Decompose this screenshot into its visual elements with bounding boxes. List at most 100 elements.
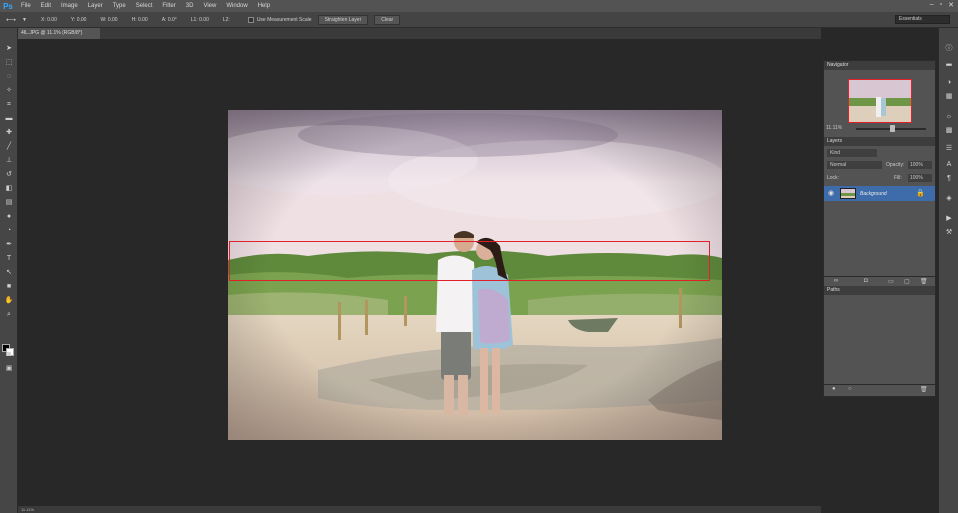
- layer-filter-kind[interactable]: Kind: [827, 149, 877, 157]
- quick-select-tool-icon[interactable]: ✧: [4, 86, 14, 95]
- menu-help[interactable]: Help: [253, 3, 275, 9]
- 3d-icon[interactable]: ◈: [944, 194, 954, 203]
- gradient-tool-icon[interactable]: ▤: [4, 198, 14, 207]
- x-readout: X: 0.00: [41, 16, 57, 23]
- navigator-preview: [849, 80, 911, 122]
- status-bar: 11.11%: [18, 506, 821, 513]
- fill-label: Fill:: [894, 175, 902, 181]
- layers-tab[interactable]: Layers: [824, 137, 935, 146]
- options-bar: ⟷ ▼ X: 0.00 Y: 0.00 W: 0.00 H: 0.00 A: 0…: [0, 12, 958, 28]
- layer-row-background[interactable]: ◉ Background 🔒: [824, 186, 935, 201]
- timeline-icon[interactable]: ▶: [944, 214, 954, 223]
- character-icon[interactable]: A: [944, 160, 954, 169]
- window-controls: – ▫ ✕: [930, 1, 954, 9]
- h-readout: H: 0.00: [131, 16, 148, 23]
- eye-visibility-icon[interactable]: ◉: [828, 189, 834, 197]
- menu-layer[interactable]: Layer: [83, 3, 108, 9]
- quick-mask-icon[interactable]: ◙: [4, 350, 14, 359]
- workspace-dropdown[interactable]: Essentials: [895, 15, 950, 24]
- brush-tool-icon[interactable]: ╱: [4, 142, 14, 151]
- menu-window[interactable]: Window: [221, 3, 252, 9]
- type-tool-icon[interactable]: T: [4, 254, 14, 263]
- maximize-icon[interactable]: ▫: [940, 1, 942, 9]
- menu-view[interactable]: View: [198, 3, 221, 9]
- measurement-selection-rectangle: [229, 241, 710, 281]
- histogram-icon[interactable]: ▂: [944, 58, 954, 67]
- angle-readout: A: 0.0°: [161, 16, 177, 23]
- fill-path-icon[interactable]: ●: [832, 386, 836, 392]
- document-tab[interactable]: 4IL.JPG @ 11.1% (RGB/8*): [18, 28, 100, 39]
- lasso-tool-icon[interactable]: ◌: [4, 72, 14, 81]
- delete-layer-icon[interactable]: 🗑: [920, 278, 928, 285]
- paths-tab[interactable]: Paths: [824, 286, 935, 295]
- layers-footer: ∞ ◘ ▭ ▢ 🗑: [824, 276, 935, 285]
- blend-mode-dropdown[interactable]: Normal: [827, 161, 882, 169]
- zoom-slider-handle[interactable]: [890, 125, 895, 132]
- clone-stamp-icon[interactable]: ⊥: [4, 156, 14, 165]
- zoom-tool-icon[interactable]: ⌕: [4, 310, 14, 319]
- opacity-field[interactable]: 100%: [908, 161, 932, 169]
- menu-bar: Ps File Edit Image Layer Type Select Fil…: [0, 0, 958, 12]
- document-tab-bar: 4IL.JPG @ 11.1% (RGB/8*): [18, 28, 821, 39]
- y-readout: Y: 0.00: [70, 16, 87, 23]
- menu-filter[interactable]: Filter: [157, 3, 180, 9]
- navigator-thumbnail[interactable]: [848, 79, 912, 123]
- crop-tool-icon[interactable]: ⌗: [4, 100, 14, 109]
- ruler-tool-icon[interactable]: ⟷: [6, 16, 16, 24]
- layer-name: Background: [860, 190, 887, 197]
- clear-button[interactable]: Clear: [374, 14, 401, 25]
- tool-preset-dropdown[interactable]: ▼: [22, 17, 27, 23]
- ruler-icon[interactable]: ▬: [4, 114, 14, 123]
- panels-dock: Navigator 11.11% Layers Kind Normal Opac…: [823, 60, 936, 397]
- pen-tool-icon[interactable]: ✒: [4, 240, 14, 249]
- fill-field[interactable]: 100%: [908, 174, 932, 182]
- close-icon[interactable]: ✕: [948, 1, 954, 9]
- path-select-icon[interactable]: ↖: [4, 268, 14, 277]
- new-group-icon[interactable]: ▭: [888, 278, 894, 285]
- l1-readout: L1: 0.00: [190, 16, 209, 23]
- minimize-icon[interactable]: –: [930, 1, 934, 9]
- menu-type[interactable]: Type: [108, 3, 131, 9]
- adjustments-icon[interactable]: ☼: [944, 112, 954, 121]
- menu-file[interactable]: File: [16, 3, 36, 9]
- history-brush-icon[interactable]: ↺: [4, 170, 14, 179]
- styles-icon[interactable]: ▩: [944, 126, 954, 135]
- hand-tool-icon[interactable]: ✋: [4, 296, 14, 305]
- move-tool-icon[interactable]: ➤: [4, 44, 14, 53]
- use-measurement-scale-checkbox[interactable]: [247, 16, 254, 23]
- straighten-layer-button[interactable]: Straighten Layer: [317, 14, 369, 25]
- layer-thumbnail: [840, 188, 856, 199]
- add-mask-icon[interactable]: ◘: [864, 278, 868, 284]
- dodge-tool-icon[interactable]: ◔: [4, 226, 14, 235]
- healing-brush-icon[interactable]: ✚: [4, 128, 14, 137]
- menu-image[interactable]: Image: [56, 3, 83, 9]
- info-icon[interactable]: ⓘ: [944, 44, 954, 53]
- photoshop-logo-icon: Ps: [3, 1, 13, 11]
- tool-presets-icon[interactable]: ⚒: [944, 228, 954, 237]
- shape-tool-icon[interactable]: ■: [4, 282, 14, 291]
- blur-tool-icon[interactable]: ●: [4, 212, 14, 221]
- canvas-area[interactable]: [18, 39, 821, 513]
- stroke-path-icon[interactable]: ○: [848, 386, 852, 392]
- marquee-tool-icon[interactable]: ⬚: [4, 58, 14, 67]
- delete-path-icon[interactable]: 🗑: [920, 386, 928, 393]
- color-icon[interactable]: ◑: [944, 78, 954, 87]
- l2-readout: L2:: [222, 16, 230, 23]
- w-readout: W: 0.00: [100, 16, 118, 23]
- menu-select[interactable]: Select: [131, 3, 158, 9]
- screen-mode-icon[interactable]: ▣: [4, 364, 14, 373]
- menu-3d[interactable]: 3D: [181, 3, 199, 9]
- navigator-tab[interactable]: Navigator: [824, 61, 935, 70]
- layer-lock-icon: 🔒: [916, 190, 925, 197]
- channels-icon[interactable]: ☰: [944, 144, 954, 153]
- swatches-icon[interactable]: ▦: [944, 92, 954, 101]
- tools-panel: ➤ ⬚ ◌ ✧ ⌗ ▬ ✚ ╱ ⊥ ↺ ◧ ▤ ● ◔ ✒ T ↖ ■ ✋ ⌕ …: [0, 28, 18, 513]
- eraser-tool-icon[interactable]: ◧: [4, 184, 14, 193]
- menu-edit[interactable]: Edit: [36, 3, 56, 9]
- paragraph-icon[interactable]: ¶: [944, 174, 954, 183]
- collapsed-panels-strip: ⓘ ▂ ◑ ▦ ☼ ▩ ☰ A ¶ ◈ ▶ ⚒: [938, 28, 958, 513]
- new-layer-icon[interactable]: ▢: [904, 278, 910, 285]
- navigator-zoom-value[interactable]: 11.11%: [826, 125, 842, 131]
- paths-footer: ● ○ 🗑: [824, 384, 935, 393]
- link-layers-icon[interactable]: ∞: [834, 278, 838, 284]
